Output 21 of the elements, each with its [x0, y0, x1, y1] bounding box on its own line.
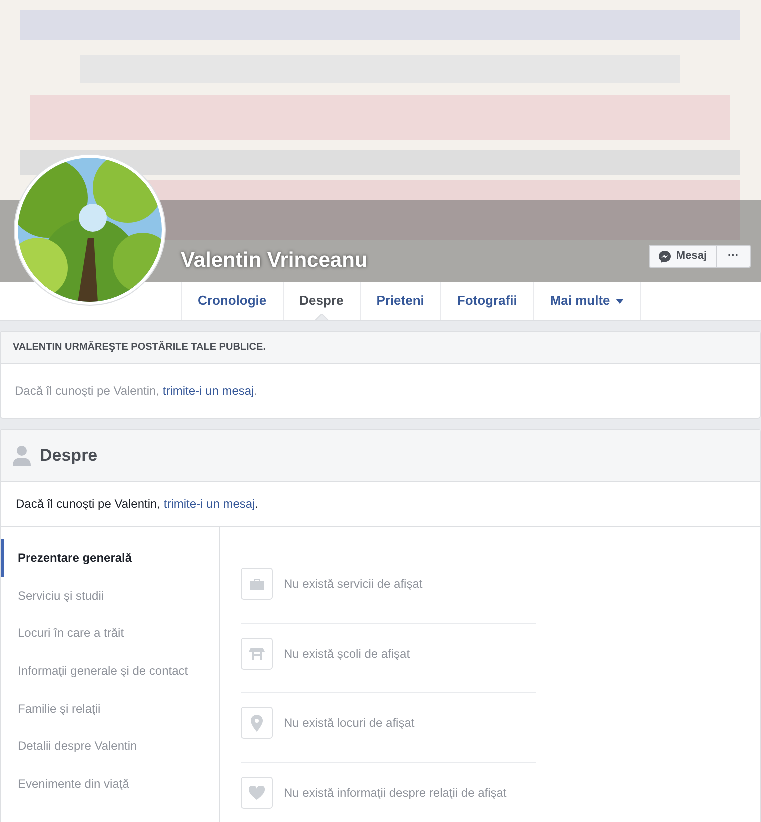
profile-tab[interactable]: Mai multe: [533, 282, 642, 320]
follow-notice: VALENTIN URMĂREŞTE POSTĂRILE TALE PUBLICE.: [13, 340, 266, 355]
send-message-link[interactable]: trimite-i un mesaj: [162, 384, 254, 398]
location-pin-icon: [251, 714, 263, 732]
empty-info-text: Nu există servicii de afişat: [284, 576, 423, 594]
empty-info-text: Nu există şcoli de afişat: [284, 646, 410, 663]
heart-icon: [249, 786, 265, 800]
send-message-link[interactable]: trimite-i un mesaj: [164, 497, 256, 511]
section-title: Despre: [40, 444, 98, 467]
profile-tab[interactable]: Despre: [282, 282, 360, 320]
person-icon: [13, 446, 31, 466]
briefcase-icon: [249, 577, 265, 592]
empty-info-text: Nu există locuri de afişat: [284, 715, 415, 732]
about-nav-item[interactable]: Prezentare generală: [1, 539, 219, 577]
message-prompt: Dacă îl cunoşti pe Valentin, trimite-i un mesaj.: [16, 496, 259, 513]
profile-tab[interactable]: Fotografii: [440, 282, 534, 320]
message-prompt: Dacă îl cunoşti pe Valentin, trimite-i un mesaj.: [15, 383, 258, 400]
school-icon: [249, 648, 265, 660]
profile-tab[interactable]: Cronologie: [181, 282, 283, 320]
empty-info-text: Nu există informaţii despre relaţii de afişat: [284, 785, 507, 802]
profile-tab[interactable]: Prieteni: [360, 282, 440, 320]
